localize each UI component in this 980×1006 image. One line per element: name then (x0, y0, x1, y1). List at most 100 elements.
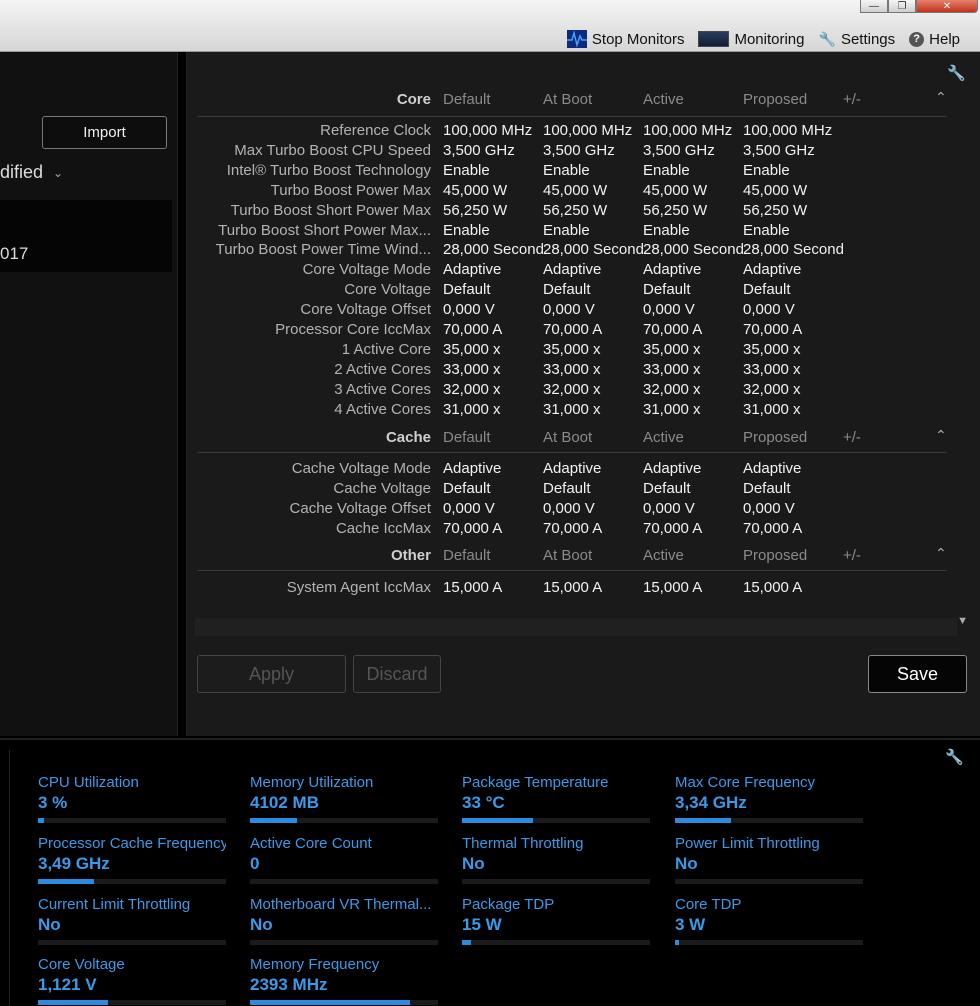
profile-list-item[interactable] (0, 200, 172, 236)
cell-proposed[interactable]: 15,000 A (743, 579, 843, 596)
title-bar: — ❐ ✕ Stop Monitors Monitoring 🔧 Setting… (0, 0, 980, 52)
metric-label: Core TDP (675, 896, 742, 913)
cell-proposed[interactable]: 35,000 x (743, 341, 843, 358)
section-title: Cache (385, 429, 431, 446)
metric-tile[interactable]: Thermal Throttling No (462, 835, 650, 891)
cell-default: 70,000 A (443, 321, 503, 338)
metric-label: Package Temperature (462, 774, 609, 791)
cell-proposed[interactable]: 0,000 V (743, 301, 843, 318)
cell-proposed[interactable]: Default (743, 281, 843, 298)
metric-tile[interactable]: Package Temperature 33 °C (462, 774, 650, 830)
cell-proposed[interactable]: 56,250 W (743, 202, 843, 219)
row-label: Cache Voltage Offset (289, 500, 431, 517)
collapse-icon[interactable]: ⌃ (935, 89, 947, 106)
metric-bar (38, 1000, 226, 1005)
metric-bar (38, 940, 226, 945)
cell-proposed[interactable]: Adaptive (743, 460, 843, 477)
cell-default: Adaptive (443, 261, 502, 279)
table-row: Cache Voltage Mode Adaptive Adaptive Adapti… (187, 460, 980, 480)
metric-tile[interactable]: Power Limit Throttling No (675, 835, 863, 891)
cell-proposed[interactable]: 70,000 A (743, 321, 843, 338)
cell-proposed[interactable]: 0,000 V (743, 500, 843, 517)
collapse-icon[interactable]: ⌃ (935, 427, 947, 444)
metric-tile[interactable]: Package TDP 15 W (462, 896, 650, 952)
row-label: Core Voltage Mode (302, 261, 431, 279)
collapse-icon[interactable]: ⌃ (935, 545, 947, 562)
section-divider (197, 116, 947, 117)
metric-tile[interactable]: Core Voltage 1,121 V (38, 956, 226, 1006)
cell-proposed[interactable]: 32,000 x (743, 381, 843, 398)
row-label: Turbo Boost Power Max (270, 181, 431, 199)
table-row: Turbo Boost Short Power Max 56,250 W 56,25… (187, 202, 980, 222)
section-title: Core (396, 91, 431, 108)
metric-tile[interactable]: Memory Frequency 2393 MHz (250, 956, 438, 1006)
cell-proposed[interactable]: Default (743, 480, 843, 497)
wrench-icon[interactable]: 🔧 (947, 64, 966, 82)
cell-default: 28,000 Seconds (443, 241, 543, 259)
help-button[interactable]: ? Help (909, 31, 960, 48)
save-button[interactable]: Save (868, 655, 967, 693)
cell-default: 56,250 W (443, 201, 508, 219)
table-row: Intel® Turbo Boost Technology Enable Enabl… (187, 162, 980, 182)
monitoring-label: Monitoring (734, 30, 805, 48)
wrench-icon[interactable]: 🔧 (945, 748, 964, 766)
metric-value: 3,49 GHz (38, 854, 110, 873)
metric-tile[interactable]: Processor Cache Frequency 3,49 GHz (38, 835, 226, 891)
metric-value: No (462, 854, 485, 873)
minimize-button[interactable]: — (860, 0, 888, 13)
cell-active: 100,000 MHz (643, 122, 733, 139)
metric-tile[interactable]: Memory Utilization 4102 MB (250, 774, 438, 830)
metric-bar-fill (462, 818, 534, 823)
metric-value: 15 W (462, 915, 502, 934)
cell-proposed[interactable]: 33,000 x (743, 361, 843, 378)
cell-proposed[interactable]: 100,000 MHz (743, 122, 843, 139)
cell-proposed[interactable]: 31,000 x (743, 401, 843, 418)
column-header-at-boot: At Boot (543, 547, 593, 564)
cell-proposed[interactable]: 28,000 Seconds (743, 241, 843, 258)
metric-bar-fill (675, 940, 679, 945)
metric-tile[interactable]: Active Core Count 0 (250, 835, 438, 891)
maximize-button[interactable]: ❐ (888, 0, 916, 13)
cell-at-boot: 0,000 V (543, 500, 595, 517)
import-button[interactable]: Import (42, 116, 167, 149)
cell-active: 32,000 x (643, 380, 701, 398)
cell-active: 31,000 x (643, 400, 701, 418)
metric-tile[interactable]: CPU Utilization 3 % (38, 774, 226, 830)
discard-button[interactable]: Discard (353, 655, 441, 693)
cell-active: 70,000 A (643, 321, 703, 338)
metric-tile[interactable]: Core TDP 3 W (675, 896, 863, 952)
settings-button[interactable]: 🔧 Settings (819, 31, 896, 48)
profile-dropdown[interactable]: dified ⌄ (0, 162, 63, 183)
cell-proposed[interactable]: 3,500 GHz (743, 142, 843, 159)
column-header-active: Active (643, 91, 684, 108)
monitoring-button[interactable]: Monitoring (698, 30, 805, 48)
metric-tile[interactable]: Motherboard VR Thermal... No (250, 896, 438, 952)
cell-proposed[interactable]: Enable (743, 162, 843, 179)
cell-active: 0,000 V (643, 301, 695, 319)
stop-monitors-button[interactable]: Stop Monitors (566, 30, 684, 48)
profile-list-item[interactable]: 017 (0, 236, 172, 272)
cell-active: 35,000 x (643, 340, 701, 358)
column-header-at-boot: At Boot (543, 429, 593, 446)
cell-active: 3,500 GHz (643, 141, 715, 159)
horizontal-scrollbar[interactable] (195, 618, 957, 636)
cell-active: Enable (643, 161, 690, 179)
apply-button[interactable]: Apply (197, 655, 346, 693)
metric-bar (462, 818, 650, 823)
cell-default: 100,000 MHz (443, 122, 533, 139)
cell-at-boot: 56,250 W (543, 201, 608, 219)
metric-tile[interactable]: Max Core Frequency 3,34 GHz (675, 774, 863, 830)
table-row: Max Turbo Boost CPU Speed 3,500 GHz 3,500 … (187, 142, 980, 162)
help-label: Help (929, 30, 960, 48)
metric-tile[interactable]: Current Limit Throttling No (38, 896, 226, 952)
cell-at-boot: Default (543, 480, 591, 497)
cell-proposed[interactable]: 70,000 A (743, 520, 843, 537)
cell-proposed[interactable]: Enable (743, 222, 843, 239)
cell-proposed[interactable]: 45,000 W (743, 182, 843, 199)
close-button[interactable]: ✕ (916, 0, 978, 13)
cell-active: Adaptive (643, 261, 702, 279)
row-label: Cache Voltage Mode (291, 460, 431, 477)
cell-default: 15,000 A (443, 579, 503, 596)
cell-proposed[interactable]: Adaptive (743, 261, 843, 278)
scroll-down-icon[interactable]: ▼ (957, 615, 968, 627)
